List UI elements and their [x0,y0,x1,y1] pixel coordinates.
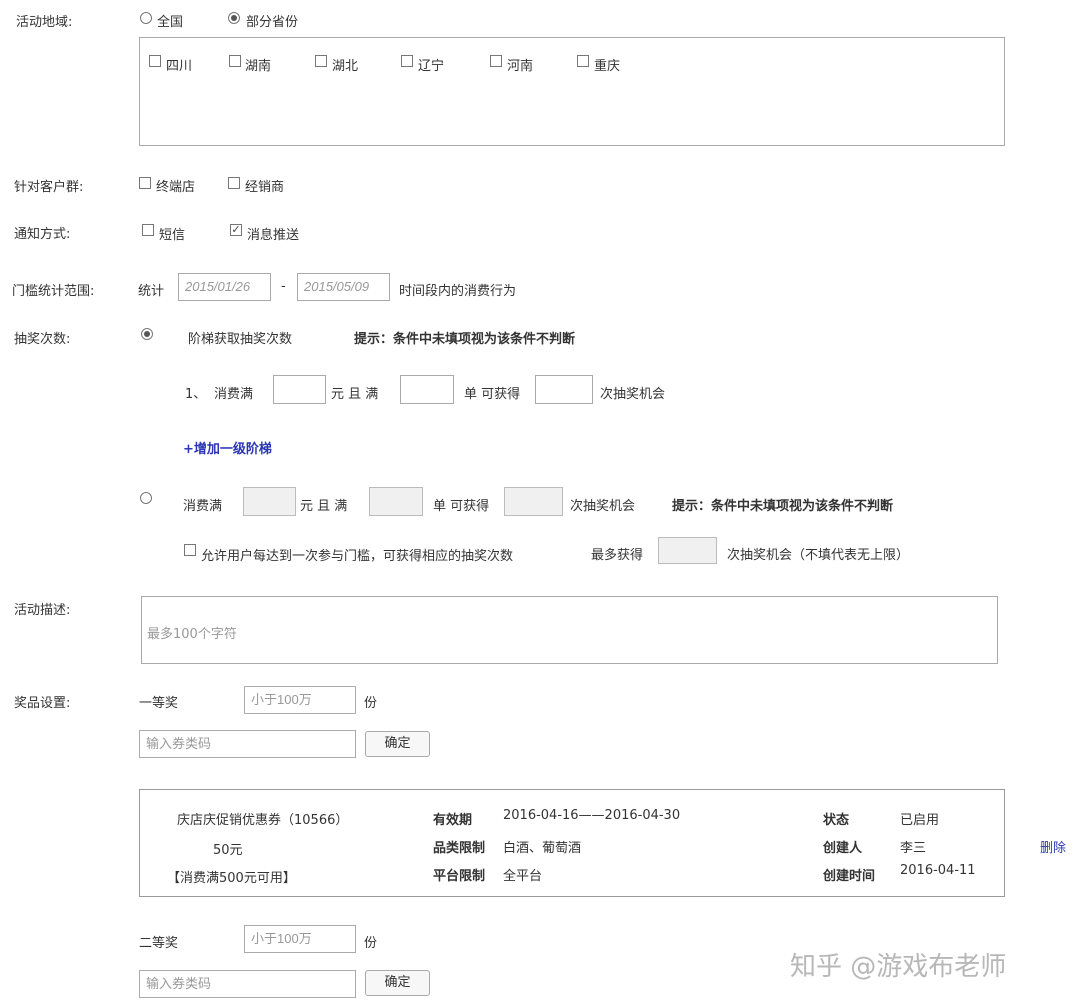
allow-repeat-checkbox[interactable] [184,544,196,556]
coupon-title: 庆店庆促销优惠券（10566） [177,809,348,828]
simple-chances-label: 次抽奖机会 [570,495,635,514]
region-label: 活动地域: [16,11,72,30]
notify-push-checkbox[interactable]: ✓ [230,224,242,236]
coupon-condition: 【消费满500元可用】 [167,867,296,886]
first-prize-qty-input[interactable]: 小于100万 [244,686,356,714]
coupon-valid-value: 2016-04-16——2016-04-30 [503,808,680,823]
coupon-created-value: 2016-04-11 [900,863,976,878]
max-suffix: 次抽奖机会（不填代表无上限） [727,544,909,563]
coupon-creator-value: 李三 [900,837,926,856]
province-checkbox-sichuan[interactable] [149,55,161,67]
coupon-platform-value: 全平台 [503,865,542,884]
threshold-label: 门槛统计范围: [12,280,94,299]
tier-chances-input[interactable] [535,375,593,404]
tier-spend-input[interactable] [273,375,326,404]
tier-orders-can: 单 可获得 [464,383,520,402]
first-prize-code-input[interactable]: 输入券类码 [139,730,356,758]
first-prize-confirm-button[interactable]: 确定 [365,731,430,757]
region-all-label: 全国 [157,11,183,30]
province-box [139,37,1005,146]
first-prize-name: 一等奖 [139,692,178,711]
threshold-suffix: 时间段内的消费行为 [399,280,516,299]
region-all-radio[interactable] [140,12,152,24]
threshold-start-date[interactable]: 2015/01/26 [178,273,271,301]
simple-yuan-and: 元 且 满 [300,495,347,514]
coupon-status-label: 状态 [823,809,849,828]
tier-index: 1、 [185,383,206,402]
notify-sms-label: 短信 [159,224,185,243]
second-prize-qty-input[interactable]: 小于100万 [244,925,356,953]
threshold-dash: - [281,279,286,294]
coupon-amount: 50元 [213,839,243,858]
draws-hint: 提示：条件中未填项视为该条件不判断 [354,328,575,347]
second-prize-code-input[interactable]: 输入券类码 [139,970,356,998]
allow-repeat-label: 允许用户每达到一次参与门槛，可获得相应的抽奖次数 [201,545,513,564]
simple-orders-can: 单 可获得 [433,495,489,514]
province-label-sichuan: 四川 [166,55,192,74]
notify-label: 通知方式: [14,223,70,242]
customer-dealer-label: 经销商 [245,176,284,195]
first-prize-unit: 份 [364,692,377,711]
notify-push-label: 消息推送 [247,224,299,243]
desc-placeholder: 最多100个字符 [147,623,237,642]
tier-yuan-and: 元 且 满 [331,383,378,402]
province-label-liaoning: 辽宁 [418,55,444,74]
coupon-delete-link[interactable]: 删除 [1040,837,1066,856]
simple-chances-input[interactable] [504,487,563,516]
tier-chances-label: 次抽奖机会 [600,383,665,402]
province-checkbox-hubei[interactable] [315,55,327,67]
draws-tier-label: 阶梯获取抽奖次数 [188,328,292,347]
province-checkbox-hunan[interactable] [229,55,241,67]
simple-spend-input[interactable] [243,487,296,516]
simple-orders-input[interactable] [369,487,423,516]
customer-terminal-label: 终端店 [156,176,195,195]
draws-tier-radio[interactable] [141,328,153,340]
coupon-platform-label: 平台限制 [433,865,485,884]
desc-label: 活动描述: [14,599,70,618]
max-label: 最多获得 [591,544,643,563]
draws-simple-radio[interactable] [140,492,152,504]
threshold-end-date[interactable]: 2015/05/09 [297,273,390,301]
province-label-chongqing: 重庆 [594,55,620,74]
province-checkbox-chongqing[interactable] [577,55,589,67]
tier-spend-label: 消费满 [214,383,253,402]
province-label-henan: 河南 [507,55,533,74]
tier-orders-input[interactable] [400,375,454,404]
desc-textarea[interactable]: 最多100个字符 [141,596,998,664]
max-chances-input[interactable] [658,537,717,564]
region-partial-label: 部分省份 [246,11,298,30]
coupon-category-value: 白酒、葡萄酒 [503,837,581,856]
notify-sms-checkbox[interactable] [142,224,154,236]
second-prize-confirm-button[interactable]: 确定 [365,970,430,996]
add-tier-link[interactable]: +增加一级阶梯 [183,438,272,457]
province-checkbox-henan[interactable] [490,55,502,67]
watermark: 知乎 @游戏布老师 [790,946,1006,983]
prizes-label: 奖品设置: [14,692,70,711]
coupon-category-label: 品类限制 [433,837,485,856]
customer-terminal-checkbox[interactable] [139,177,151,189]
province-label-hubei: 湖北 [332,55,358,74]
coupon-status-value: 已启用 [900,809,939,828]
region-partial-radio[interactable] [228,12,240,24]
coupon-creator-label: 创建人 [823,837,862,856]
simple-hint: 提示：条件中未填项视为该条件不判断 [672,495,893,514]
customers-label: 针对客户群: [14,176,83,195]
customer-dealer-checkbox[interactable] [228,177,240,189]
draws-label: 抽奖次数: [14,328,70,347]
province-checkbox-liaoning[interactable] [401,55,413,67]
province-label-hunan: 湖南 [245,55,271,74]
simple-spend-label: 消费满 [183,495,222,514]
coupon-valid-label: 有效期 [433,809,472,828]
second-prize-unit: 份 [364,932,377,951]
second-prize-name: 二等奖 [139,932,178,951]
threshold-prefix: 统计 [138,280,164,299]
coupon-created-label: 创建时间 [823,865,875,884]
